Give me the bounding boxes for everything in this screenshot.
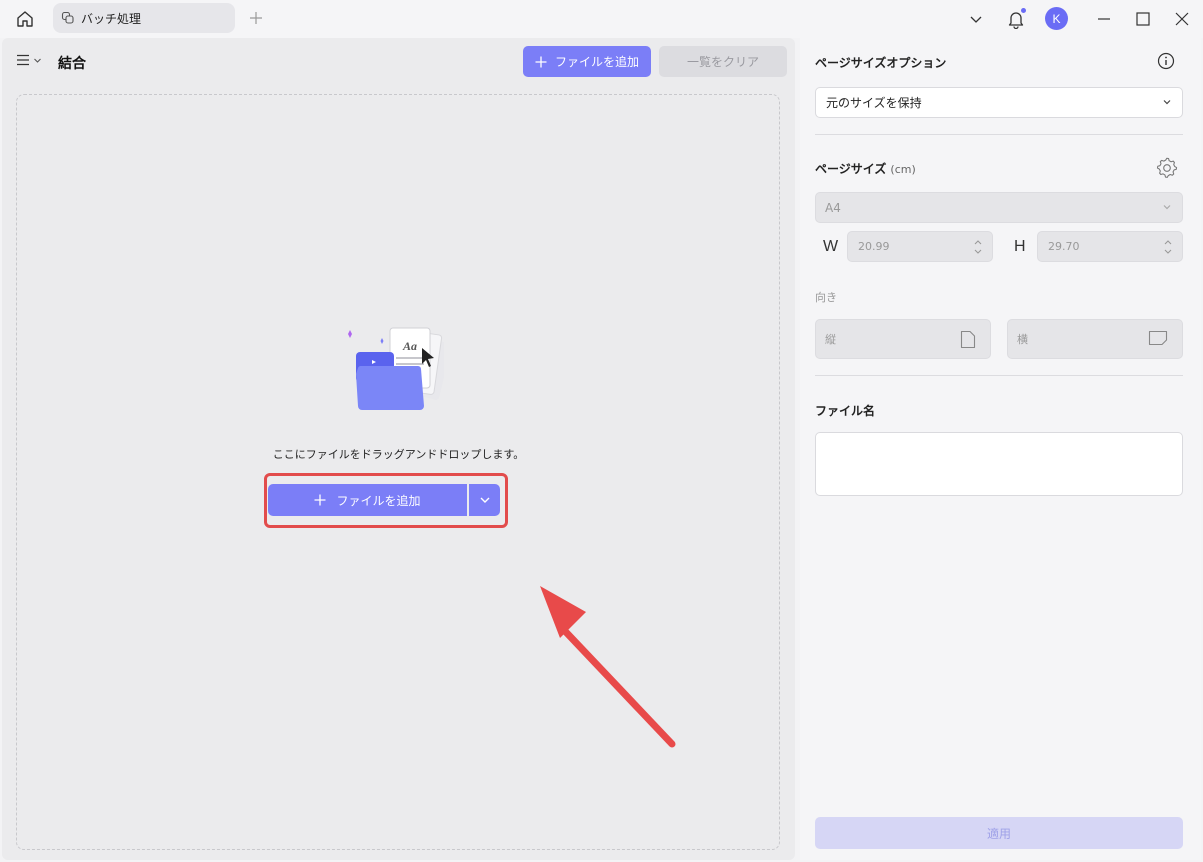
chevron-down-icon xyxy=(34,58,41,63)
landscape-label: 横 xyxy=(1017,333,1028,346)
paper-size-select[interactable]: A4 xyxy=(815,192,1183,223)
maximize-button[interactable] xyxy=(1131,7,1155,31)
minimize-button[interactable] xyxy=(1092,7,1116,31)
gear-icon[interactable] xyxy=(1156,157,1178,179)
tab-label: バッチ処理 xyxy=(81,11,142,26)
height-value: 29.70 xyxy=(1048,240,1080,253)
orientation-label: 向き xyxy=(815,291,837,304)
close-button[interactable] xyxy=(1170,7,1194,31)
home-button[interactable] xyxy=(12,7,38,31)
pointer-arrow xyxy=(540,586,676,748)
notification-dot xyxy=(1021,8,1026,13)
height-label: H xyxy=(1014,238,1026,255)
portrait-page-icon xyxy=(960,330,976,349)
clear-list-label: 一覧をクリア xyxy=(686,55,759,69)
spinner-arrows-icon[interactable] xyxy=(1163,238,1173,256)
divider xyxy=(815,134,1183,135)
plus-icon xyxy=(535,56,547,67)
dropdown-button[interactable] xyxy=(964,7,988,31)
spinner-arrows-icon[interactable] xyxy=(973,238,983,256)
page-size-unit: (cm) xyxy=(890,163,916,176)
clear-list-button[interactable]: 一覧をクリア xyxy=(659,46,787,77)
chevron-down-icon xyxy=(1163,205,1171,210)
close-icon xyxy=(1175,12,1189,26)
portrait-label: 縦 xyxy=(825,333,836,346)
new-tab-button[interactable] xyxy=(246,8,266,28)
tab-batch[interactable]: バッチ処理 xyxy=(53,3,235,33)
apply-label: 適用 xyxy=(986,826,1011,841)
add-file-main-label: ファイルを追加 xyxy=(336,493,421,508)
add-file-label: ファイルを追加 xyxy=(554,55,639,69)
landscape-page-icon xyxy=(1148,330,1168,346)
info-icon[interactable] xyxy=(1157,52,1175,70)
avatar[interactable]: K xyxy=(1045,7,1068,30)
aa-glyph: Aa xyxy=(402,339,417,353)
portrait-button[interactable]: 縦 xyxy=(815,319,991,359)
filename-label: ファイル名 xyxy=(815,404,876,418)
paper-size-value: A4 xyxy=(825,200,841,215)
filename-input[interactable] xyxy=(815,432,1183,496)
width-input[interactable]: 20.99 xyxy=(847,231,993,262)
divider xyxy=(815,375,1183,376)
folder-illustration: Aa xyxy=(348,327,444,410)
chevron-down-icon xyxy=(1163,100,1171,105)
apply-button[interactable]: 適用 xyxy=(815,817,1183,849)
page-title: 結合 xyxy=(58,56,86,72)
page-size-label: ページサイズ (cm) xyxy=(815,162,916,176)
home-icon xyxy=(17,11,33,27)
menu-toggle[interactable] xyxy=(16,53,42,67)
chevron-down-icon xyxy=(970,16,982,23)
list-icon xyxy=(17,54,29,66)
width-label: W xyxy=(823,238,839,255)
minimize-icon xyxy=(1098,18,1110,20)
chevron-down-icon xyxy=(480,497,489,503)
title-bar: バッチ処理 K xyxy=(0,0,1203,38)
page-size-option-select[interactable]: 元のサイズを保持 xyxy=(815,87,1183,118)
landscape-button[interactable]: 横 xyxy=(1007,319,1183,359)
options-panel: ページサイズオプション 元のサイズを保持 ページサイズ (cm) A4 W 20.… xyxy=(800,38,1201,860)
plus-icon xyxy=(314,494,326,506)
add-file-button[interactable]: ファイルを追加 xyxy=(523,46,651,77)
batch-icon xyxy=(61,11,74,24)
merge-panel: 結合 ファイルを追加 一覧をクリア Aa ここにファイルをドラッグアンドドロップ… xyxy=(2,38,795,860)
add-file-main-button[interactable]: ファイルを追加 xyxy=(268,484,467,516)
height-input[interactable]: 29.70 xyxy=(1037,231,1183,262)
plus-icon xyxy=(250,12,262,24)
maximize-icon xyxy=(1136,12,1150,26)
page-size-option-value: 元のサイズを保持 xyxy=(826,96,922,110)
width-value: 20.99 xyxy=(858,240,890,253)
add-file-dropdown-button[interactable] xyxy=(469,484,500,516)
page-size-option-title: ページサイズオプション xyxy=(815,56,947,70)
drop-hint: ここにファイルをドラッグアンドドロップします。 xyxy=(272,448,525,461)
